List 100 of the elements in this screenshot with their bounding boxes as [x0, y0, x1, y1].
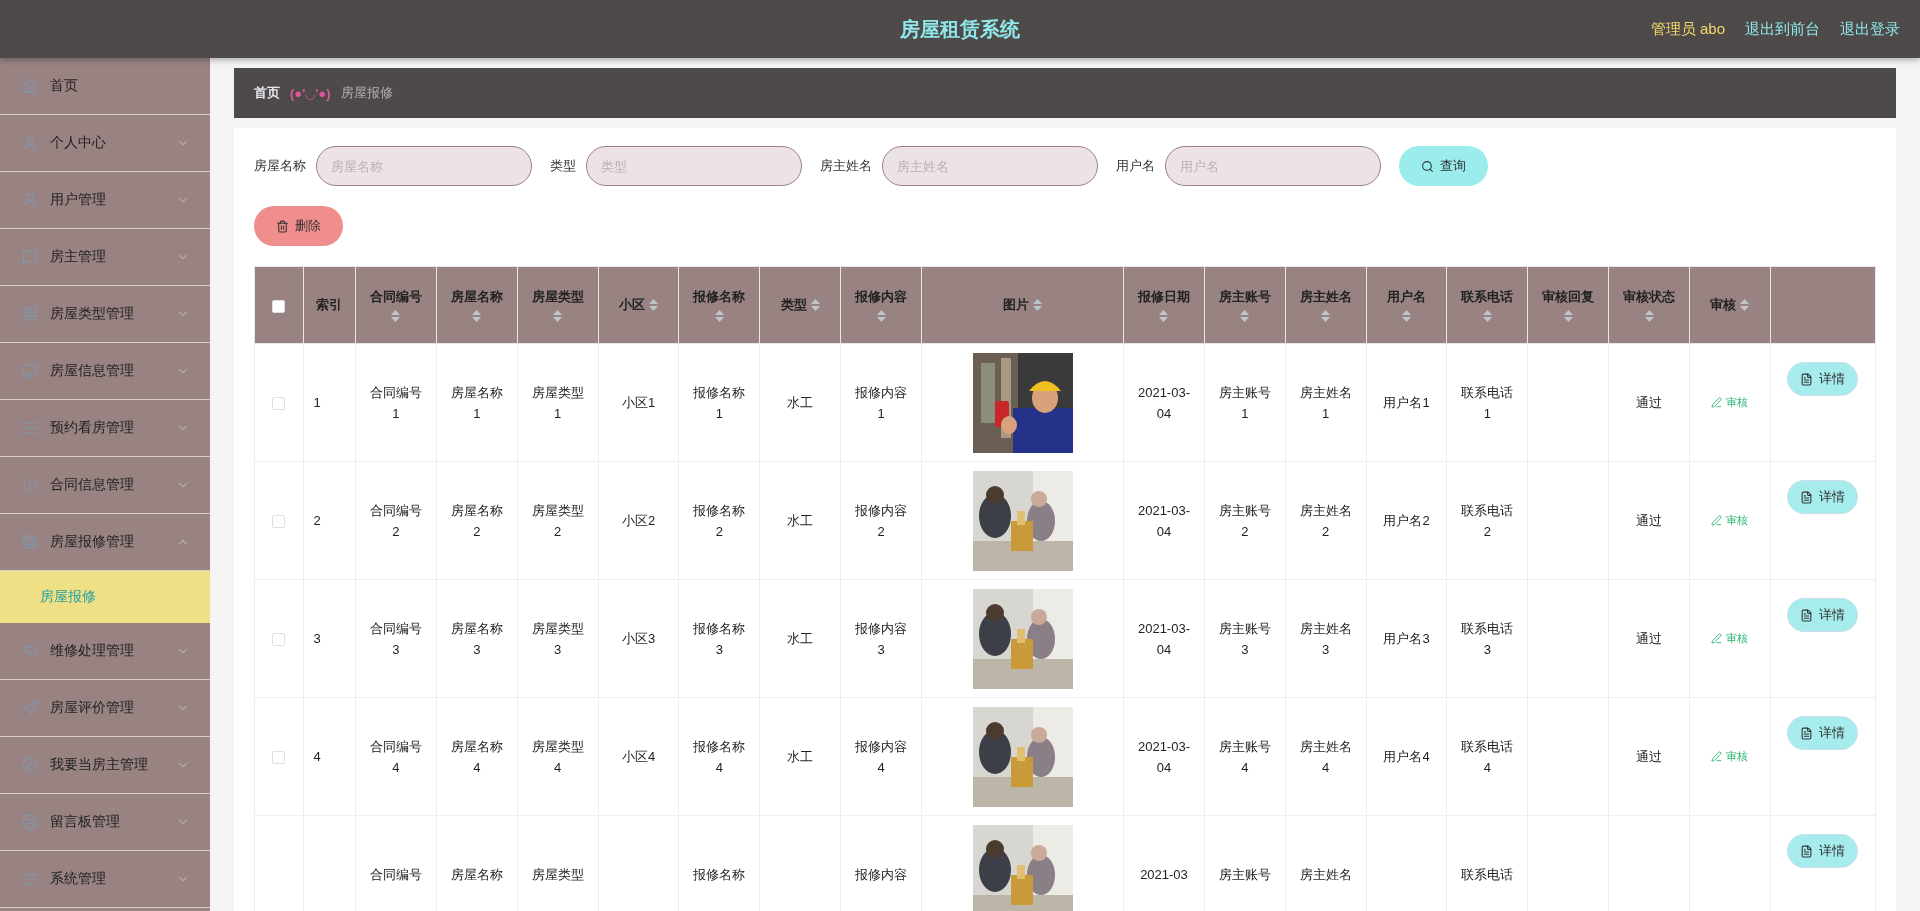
document-icon: [1800, 608, 1814, 622]
audit-link[interactable]: 审核: [1711, 509, 1749, 531]
sort-icon[interactable]: [553, 310, 563, 322]
table-cell-text: 联系电话2: [1460, 501, 1515, 541]
sidebar-item[interactable]: 留言板管理: [0, 794, 210, 851]
table-cell-text: 用户名1: [1383, 394, 1430, 412]
table-cell-text: 房屋类型2: [530, 501, 585, 541]
table-cell-text: 房主姓名: [1299, 866, 1352, 884]
detail-button[interactable]: 详情: [1787, 716, 1859, 750]
table-cell-text: 报修内容: [855, 866, 908, 884]
sort-icon[interactable]: [1563, 310, 1573, 322]
breadcrumb-link[interactable]: 首页: [254, 84, 280, 102]
table-cell-text: 联系电话1: [1460, 383, 1515, 423]
column-header: 类型: [780, 296, 807, 314]
field-label: 房主姓名: [820, 157, 872, 175]
sidebar-item[interactable]: 房主管理: [0, 229, 210, 286]
sort-icon[interactable]: [810, 299, 820, 311]
table-cell-text: 房主账号1: [1217, 383, 1272, 423]
table-cell-text: 房主账号4: [1217, 737, 1272, 777]
table-cell-text: 通过: [1636, 512, 1663, 530]
document-icon: [1800, 844, 1814, 858]
table-cell-text: 报修名称4: [692, 737, 747, 777]
detail-button[interactable]: 详情: [1787, 598, 1859, 632]
table-cell-text: 房主姓名1: [1298, 383, 1353, 423]
column-header: 审核状态: [1623, 288, 1676, 306]
table-cell-text: 合同编号1: [368, 383, 423, 423]
sort-icon[interactable]: [876, 310, 886, 322]
audit-link[interactable]: 审核: [1711, 627, 1749, 649]
sidebar-item[interactable]: 预约看房管理: [0, 400, 210, 457]
document-icon: [1800, 490, 1814, 504]
sort-icon[interactable]: [391, 310, 401, 322]
column-header: 联系电话: [1461, 288, 1514, 306]
sort-icon[interactable]: [1321, 310, 1331, 322]
header-link[interactable]: 退出到前台: [1745, 19, 1820, 39]
app-title: 房屋租赁系统: [900, 16, 1020, 42]
sidebar-item[interactable]: 合同信息管理: [0, 457, 210, 514]
sort-icon[interactable]: [649, 299, 658, 311]
table-cell-text: 联系电话3: [1460, 619, 1515, 659]
sort-icon[interactable]: [1402, 310, 1411, 322]
sidebar-item[interactable]: 用户管理: [0, 172, 210, 229]
sidebar-item[interactable]: 首页: [0, 58, 210, 115]
table-cell-text: 水工: [787, 512, 814, 530]
sort-icon[interactable]: [1740, 299, 1750, 311]
table-cell-text: 水工: [787, 630, 814, 648]
table-cell-text: 2021-03-04: [1136, 737, 1191, 777]
select-all-checkbox[interactable]: [272, 299, 286, 313]
column-header: 报修内容: [855, 288, 908, 306]
navigation-icon: [22, 700, 38, 716]
sidebar-item[interactable]: 房屋信息管理: [0, 343, 210, 400]
grid-icon: [22, 306, 38, 322]
sort-icon[interactable]: [1033, 299, 1042, 311]
signpost-icon: [22, 643, 38, 659]
sort-icon[interactable]: [1159, 310, 1169, 322]
sort-icon[interactable]: [1240, 310, 1250, 322]
sidebar-subitem[interactable]: 房屋报修: [0, 571, 210, 623]
sidebar-item[interactable]: 维修处理管理: [0, 623, 210, 680]
search-button[interactable]: 查询: [1399, 146, 1488, 186]
home-icon: [22, 78, 38, 94]
audit-link[interactable]: 审核: [1711, 391, 1749, 413]
table-cell-text: 房主姓名3: [1298, 619, 1353, 659]
row-checkbox[interactable]: [272, 633, 286, 647]
table-cell-text: 小区3: [621, 630, 656, 648]
pen-icon: [1711, 514, 1723, 526]
table-cell-text: 房屋名称1: [449, 383, 504, 423]
detail-button[interactable]: 详情: [1787, 834, 1859, 868]
pen-icon: [1711, 632, 1723, 644]
row-checkbox[interactable]: [272, 397, 286, 411]
sidebar-item[interactable]: 个人中心: [0, 115, 210, 172]
table-cell-text: 联系电话4: [1460, 737, 1515, 777]
table-cell-text: 房屋类型1: [530, 383, 585, 423]
trash-icon: [276, 219, 289, 233]
header-link[interactable]: 退出登录: [1840, 19, 1900, 39]
column-header: 房屋类型: [531, 288, 584, 306]
column-header: 图片: [1003, 296, 1029, 314]
sort-icon[interactable]: [472, 310, 482, 322]
audit-link[interactable]: 审核: [1711, 745, 1749, 767]
table-cell-text: 2021-03: [1140, 866, 1188, 884]
table-cell: 1: [313, 395, 321, 410]
chat-icon: [22, 249, 38, 265]
column-header: 报修日期: [1138, 288, 1190, 306]
table-cell-text: 用户名2: [1383, 512, 1430, 530]
delete-button[interactable]: 删除: [254, 206, 343, 246]
breadcrumb-current: 房屋报修: [340, 84, 393, 102]
sort-icon[interactable]: [1644, 310, 1654, 322]
sidebar-item[interactable]: 房屋类型管理: [0, 286, 210, 343]
sort-icon[interactable]: [1482, 310, 1492, 322]
field-label: 用户名: [1116, 157, 1155, 175]
table-cell-text: 报修名称1: [692, 383, 747, 423]
column-header: 用户名: [1387, 288, 1426, 306]
sidebar-item[interactable]: 系统管理: [0, 851, 210, 908]
table-cell-text: 报修内容2: [854, 501, 909, 541]
sidebar-item[interactable]: 房屋评价管理: [0, 680, 210, 737]
sidebar-item[interactable]: 我要当房主管理: [0, 737, 210, 794]
detail-button[interactable]: 详情: [1787, 480, 1859, 514]
row-checkbox[interactable]: [272, 751, 286, 765]
row-checkbox[interactable]: [272, 515, 286, 529]
sort-icon[interactable]: [714, 310, 724, 322]
table-cell-text: 合同编号3: [368, 619, 423, 659]
column-header: 报修名称: [693, 288, 746, 306]
detail-button[interactable]: 详情: [1787, 362, 1859, 396]
